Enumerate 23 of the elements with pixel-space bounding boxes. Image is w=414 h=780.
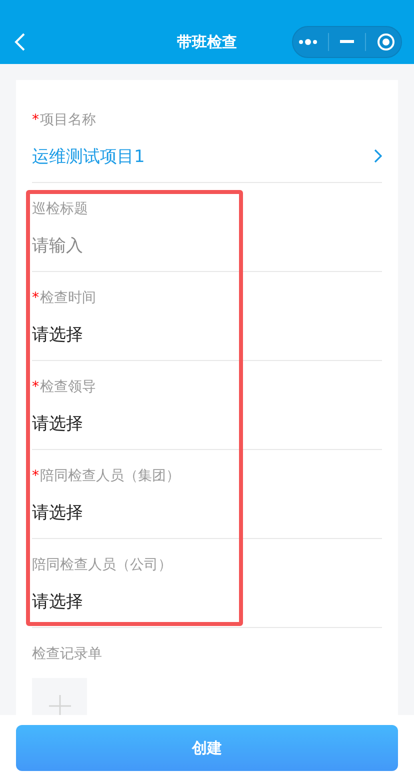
picker-field[interactable]: 请选择 (32, 322, 83, 346)
required-mark: * (32, 112, 39, 128)
field-label: 项目名称 (40, 111, 96, 129)
plus-icon (48, 694, 70, 715)
chevron-icon[interactable] (374, 149, 382, 163)
required-mark: * (32, 468, 39, 484)
field-label: 检查领导 (40, 378, 96, 396)
field-label: 陪同检查人员（公司） (32, 556, 172, 574)
back-icon[interactable] (14, 33, 26, 51)
close-icon[interactable] (377, 33, 396, 51)
page-title: 带班检查 (177, 32, 237, 52)
required-mark: * (32, 379, 39, 395)
more-icon[interactable] (298, 39, 317, 45)
field-label: 检查记录单 (32, 645, 102, 663)
picker-field[interactable]: 请选择 (32, 590, 83, 612)
input-field[interactable]: 请输入 (32, 234, 83, 256)
picker-field[interactable]: 请选择 (32, 500, 83, 524)
field-label: 陪同检查人员（集团） (40, 467, 180, 485)
field-label: 巡检标题 (32, 200, 88, 218)
required-mark: * (32, 290, 39, 306)
picker-field[interactable]: 请选择 (32, 412, 83, 434)
minimize-icon[interactable] (340, 40, 354, 44)
field-label: 检查时间 (40, 289, 96, 307)
